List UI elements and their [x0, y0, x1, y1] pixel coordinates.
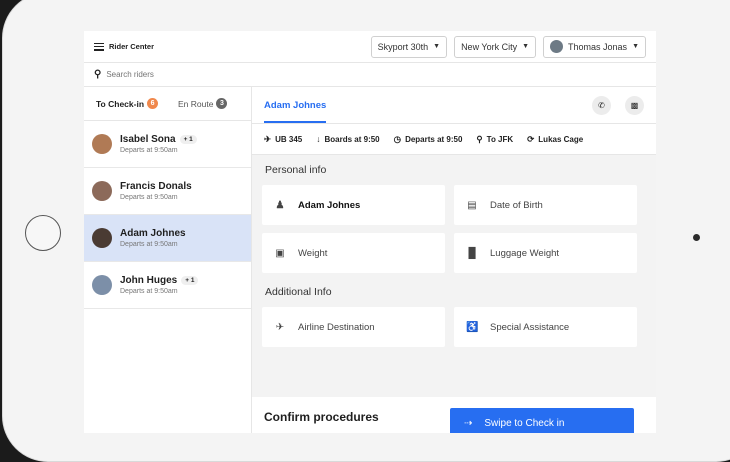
facility-select[interactable]: Skyport 30th ▼ — [370, 35, 448, 58]
rider-departure: Departs at 9:50am — [120, 288, 178, 295]
rider-list-item[interactable]: Isabel Sona + 1 Departs at 9:50am — [84, 121, 251, 168]
boarding-time: Boards at 9:50 — [324, 134, 380, 144]
message-icon[interactable]: ▩ — [625, 95, 644, 115]
rider-list-item[interactable]: John Huges + 1 Departs at 9:50am — [84, 262, 251, 309]
search-bar: ⚲ — [84, 63, 656, 87]
home-button[interactable] — [25, 215, 61, 251]
detail-header: Adam Johnes ✆ ▩ — [252, 87, 656, 123]
special-assistance-field[interactable]: ♿ Special Assistance — [454, 307, 637, 347]
wheelchair-icon: ♿ — [466, 321, 479, 333]
pilot-icon: ⟳ — [527, 133, 535, 144]
camera-dot — [693, 234, 700, 241]
facility-label: Skyport 30th — [377, 41, 429, 52]
destination: To JFK — [486, 134, 514, 144]
rider-departure: Departs at 9:50am — [120, 194, 178, 201]
arrow-down-icon: ↓ — [316, 134, 321, 144]
rider-avatar — [92, 181, 112, 201]
rider-avatar — [92, 275, 112, 295]
location-pin-icon: ⚲ — [476, 133, 483, 144]
chevron-down-icon: ▼ — [433, 43, 441, 50]
clock-icon: ◷ — [393, 133, 402, 144]
user-menu[interactable]: Thomas Jonas ▼ — [543, 35, 646, 58]
rider-avatar — [92, 228, 112, 248]
app-title: Rider Center — [109, 42, 155, 51]
helicopter-icon: ✈ — [264, 133, 272, 144]
swipe-check-in-button[interactable]: ⇢ Swipe to Check in — [450, 408, 634, 433]
rider-avatar — [92, 134, 112, 154]
rider-list-item-selected[interactable]: Adam Johnes Departs at 9:50am — [84, 215, 251, 262]
dumbbell-icon: ▣ — [275, 247, 285, 259]
tab-label: To Check-in — [96, 98, 145, 109]
flight-number: UB 345 — [275, 134, 303, 144]
rider-name: John Huges — [120, 275, 178, 286]
rider-name: Isabel Sona — [120, 134, 176, 145]
personal-info-heading: Personal info — [265, 164, 327, 176]
weight-placeholder: Weight — [298, 247, 328, 259]
companion-badge: + 1 — [179, 135, 197, 144]
airplane-icon: ✈ — [275, 321, 285, 333]
weight-field[interactable]: ▣ Weight — [262, 233, 445, 273]
pilot-name: Lukas Cage — [538, 134, 584, 144]
date-of-birth-field[interactable]: ▤ Date of Birth — [454, 185, 637, 225]
rider-list-item[interactable]: Francis Donals Departs at 9:50am — [84, 168, 251, 215]
search-input[interactable] — [106, 70, 257, 79]
chevron-down-icon: ▼ — [522, 43, 530, 50]
person-icon: ♟ — [275, 199, 285, 211]
rider-departure: Departs at 9:50am — [120, 241, 178, 248]
luggage-weight-field[interactable]: █ Luggage Weight — [454, 233, 637, 273]
sidebar-tabs: To Check-in 6 En Route 3 — [84, 87, 251, 121]
user-name: Thomas Jonas — [568, 41, 628, 52]
phone-icon[interactable]: ✆ — [592, 95, 611, 115]
top-bar: Rider Center Skyport 30th ▼ New York City… — [84, 31, 656, 63]
assistance-placeholder: Special Assistance — [490, 321, 570, 333]
app-screen: Rider Center Skyport 30th ▼ New York City… — [84, 31, 656, 433]
airline-destination-field[interactable]: ✈ Airline Destination — [262, 307, 445, 347]
search-icon: ⚲ — [94, 69, 102, 80]
swipe-label: Swipe to Check in — [484, 417, 565, 429]
confirm-bar: Confirm procedures ⇢ Swipe to Check in — [252, 397, 656, 433]
arrow-right-icon: ⇢ — [464, 417, 473, 429]
luggage-icon: █ — [468, 247, 476, 259]
city-select[interactable]: New York City ▼ — [454, 35, 537, 58]
name-value: Adam Johnes — [298, 199, 361, 211]
city-label: New York City — [461, 41, 518, 52]
count-badge: 6 — [147, 98, 159, 109]
rider-detail-panel: Adam Johnes ✆ ▩ ✈ UB 345 ↓ Boards at 9:50 … — [252, 87, 656, 433]
tab-label: En Route — [178, 98, 214, 109]
tab-rider-name[interactable]: Adam Johnes — [264, 87, 327, 123]
user-avatar — [550, 40, 564, 53]
rider-name: Adam Johnes — [120, 228, 186, 239]
count-badge: 3 — [216, 98, 228, 109]
name-field[interactable]: ♟ Adam Johnes — [262, 185, 445, 225]
rider-sidebar: To Check-in 6 En Route 3 Isabel Sona + 1 De… — [84, 87, 252, 433]
rider-name: Francis Donals — [120, 181, 192, 192]
additional-info-heading: Additional Info — [265, 286, 332, 298]
hamburger-menu-icon[interactable] — [94, 42, 104, 51]
calendar-icon: ▤ — [467, 199, 477, 211]
dob-placeholder: Date of Birth — [490, 199, 543, 211]
trip-summary: ✈ UB 345 ↓ Boards at 9:50 ◷ Departs at 9:50… — [252, 123, 656, 155]
tab-to-check-in[interactable]: To Check-in 6 — [96, 98, 159, 109]
rider-departure: Departs at 9:50am — [120, 147, 178, 154]
destination-placeholder: Airline Destination — [298, 321, 375, 333]
confirm-title: Confirm procedures — [264, 410, 379, 424]
tab-en-route[interactable]: En Route 3 — [178, 98, 228, 109]
chevron-down-icon: ▼ — [632, 43, 639, 50]
luggage-placeholder: Luggage Weight — [490, 247, 560, 259]
departure-time: Departs at 9:50 — [405, 134, 463, 144]
companion-badge: + 1 — [181, 276, 199, 285]
